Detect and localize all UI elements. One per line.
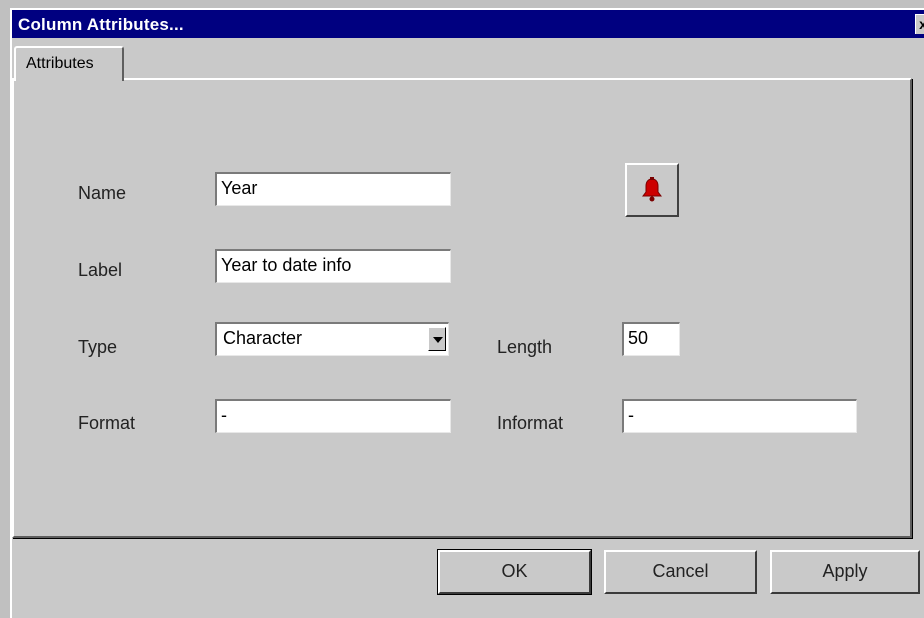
tab-attributes-label: Attributes: [26, 55, 94, 72]
format-field[interactable]: -: [215, 399, 451, 433]
close-button[interactable]: x: [915, 14, 924, 34]
format-label: Format: [78, 413, 136, 433]
type-select-value: Character: [223, 328, 303, 348]
type-label: Type: [78, 337, 118, 357]
chevron-down-icon[interactable]: [428, 327, 446, 351]
attributes-panel: [12, 78, 912, 538]
label-label: Label: [78, 260, 123, 280]
length-label: Length: [497, 337, 553, 357]
title-bar[interactable]: Column Attributes... x: [12, 10, 924, 38]
informat-field[interactable]: -: [622, 399, 857, 433]
informat-label: Informat: [497, 413, 564, 433]
apply-button[interactable]: Apply: [770, 550, 920, 594]
name-label: Name: [78, 183, 127, 203]
length-field[interactable]: 50: [622, 322, 680, 356]
type-select[interactable]: Character: [215, 322, 449, 356]
bell-icon: [642, 177, 662, 202]
ok-button[interactable]: OK: [437, 549, 592, 595]
tab-attributes[interactable]: Attributes: [14, 46, 124, 81]
bell-button[interactable]: [625, 163, 679, 217]
cancel-button[interactable]: Cancel: [604, 550, 757, 594]
label-field[interactable]: Year to date info: [215, 249, 451, 283]
close-icon: x: [919, 16, 924, 32]
window-title: Column Attributes...: [18, 15, 184, 34]
name-field[interactable]: Year: [215, 172, 451, 206]
